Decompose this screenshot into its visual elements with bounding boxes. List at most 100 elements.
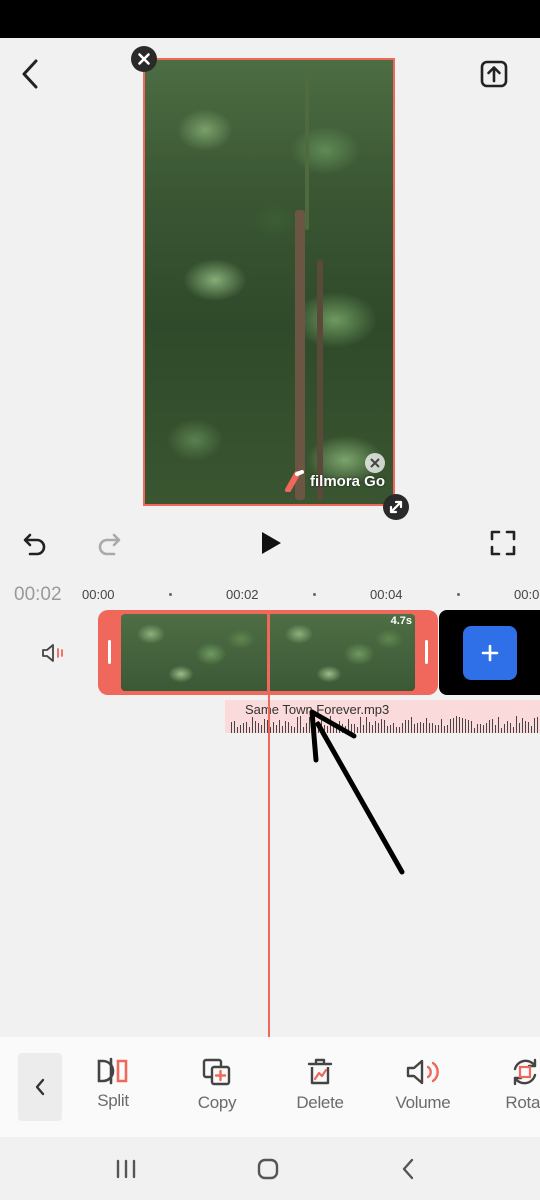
ruler-tick: 00:00 — [82, 587, 115, 602]
playhead[interactable] — [268, 610, 270, 1038]
waveform-bar — [414, 724, 415, 733]
trim-handle-right[interactable] — [425, 640, 428, 664]
waveform-bar — [270, 727, 271, 733]
waveform-bar — [510, 723, 511, 733]
waveform-bar — [525, 721, 526, 733]
waveform-bar — [453, 718, 454, 733]
play-icon — [262, 532, 281, 554]
ruler-tick: 00:04 — [370, 587, 403, 602]
waveform-bar — [255, 721, 256, 733]
fullscreen-button[interactable] — [486, 526, 520, 560]
waveform-bar — [486, 723, 487, 733]
export-button[interactable] — [476, 56, 512, 92]
waveform-bar — [264, 719, 265, 733]
copy-icon — [202, 1058, 231, 1086]
volume-icon — [42, 644, 63, 662]
volume-icon — [406, 1059, 439, 1085]
waveform-bar — [294, 727, 295, 733]
clip-thumbnail — [121, 614, 267, 691]
toolbar-back-button[interactable] — [18, 1053, 62, 1121]
remove-watermark-button[interactable] — [365, 453, 385, 473]
waveform-bar — [492, 719, 493, 733]
back-button[interactable] — [12, 56, 48, 92]
undo-icon — [23, 533, 46, 556]
waveform-bar — [246, 722, 247, 733]
waveform-bar — [534, 718, 535, 733]
resize-icon — [389, 500, 403, 514]
waveform-bar — [438, 725, 439, 733]
mute-track-button[interactable] — [38, 640, 68, 666]
recent-apps-button[interactable] — [106, 1153, 146, 1185]
filmora-logo-icon — [285, 470, 304, 492]
play-button[interactable] — [253, 525, 289, 561]
rotate-icon — [513, 1058, 537, 1086]
system-back-button[interactable] — [388, 1153, 428, 1185]
waveform-bar — [459, 717, 460, 733]
waveform-bar — [471, 721, 472, 733]
close-icon — [370, 458, 380, 468]
tool-label: Split — [97, 1091, 129, 1110]
resize-handle[interactable] — [383, 494, 409, 520]
waveform-bar — [441, 719, 442, 733]
waveform-bar — [285, 721, 286, 733]
tool-volume[interactable]: Volume — [378, 1057, 468, 1113]
home-icon — [257, 1158, 279, 1180]
waveform-bar — [276, 725, 277, 733]
waveform-bar — [528, 722, 529, 733]
waveform-bar — [243, 723, 244, 733]
tool-label: Delete — [296, 1093, 344, 1112]
tool-label: Rotat — [505, 1093, 540, 1112]
waveform-bar — [522, 718, 523, 733]
waveform-bar — [480, 724, 481, 733]
back-icon — [402, 1158, 414, 1180]
waveform-bar — [288, 722, 289, 733]
waveform-bar — [417, 723, 418, 733]
waveform-bar — [297, 717, 298, 733]
waveform-bar — [423, 723, 424, 733]
undo-button[interactable] — [18, 526, 52, 560]
trim-handle-left[interactable] — [108, 640, 111, 664]
tool-split[interactable]: Split — [68, 1057, 158, 1111]
timeline-ruler: 00:00 00:02 00:04 00:0 — [0, 586, 540, 606]
add-clip-button[interactable] — [463, 626, 517, 680]
waveform-bar — [504, 724, 505, 733]
waveform-bar — [468, 720, 469, 733]
waveform-bar — [429, 723, 430, 733]
waveform-bar — [426, 718, 427, 733]
chevron-left-icon — [22, 59, 38, 89]
waveform-bar — [465, 719, 466, 733]
waveform-bar — [462, 718, 463, 733]
waveform-bar — [477, 724, 478, 733]
status-bar — [0, 0, 540, 38]
ruler-tick: 00:0 — [514, 587, 540, 602]
tool-copy[interactable]: Copy — [172, 1057, 262, 1113]
redo-button[interactable] — [92, 526, 126, 560]
waveform-bar — [282, 726, 283, 733]
tool-delete[interactable]: Delete — [275, 1057, 365, 1113]
waveform-bar — [249, 727, 250, 733]
redo-icon — [98, 533, 121, 556]
split-icon — [97, 1057, 128, 1085]
video-preview[interactable]: filmora Go — [143, 58, 395, 506]
chevron-left-icon — [35, 1078, 45, 1096]
preview-close-button[interactable] — [131, 46, 157, 72]
waveform-bar — [456, 716, 457, 733]
waveform-bar — [513, 727, 514, 733]
waveform-bar — [450, 719, 451, 733]
delete-icon — [307, 1058, 333, 1085]
waveform-bar — [273, 722, 274, 733]
waveform-bar — [519, 723, 520, 733]
waveform-bar — [432, 723, 433, 733]
waveform-bar — [279, 720, 280, 733]
system-nav-bar — [0, 1137, 540, 1200]
tool-rotate[interactable]: Rotat — [480, 1057, 540, 1113]
waveform-bar — [411, 717, 412, 733]
home-button[interactable] — [248, 1153, 288, 1185]
watermark-text: filmora Go — [310, 472, 386, 490]
tool-label: Volume — [395, 1093, 451, 1112]
waveform-bar — [420, 722, 421, 733]
waveform-bar — [252, 717, 253, 733]
waveform-bar — [474, 728, 475, 733]
waveform-bar — [240, 725, 241, 733]
waveform-bar — [234, 721, 235, 733]
